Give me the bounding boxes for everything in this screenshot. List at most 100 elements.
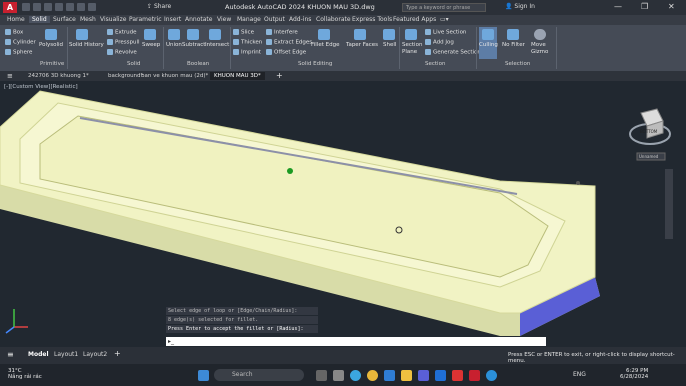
tab-manage[interactable]: Manage: [237, 16, 261, 23]
tab-annotate[interactable]: Annotate: [185, 16, 212, 23]
print-icon[interactable]: [66, 3, 74, 11]
telegram-icon[interactable]: [486, 370, 497, 381]
new-tab-icon[interactable]: +: [276, 71, 283, 80]
tab-mesh[interactable]: Mesh: [80, 16, 96, 23]
zalo-icon[interactable]: [384, 370, 395, 381]
grip-point[interactable]: [287, 168, 293, 174]
generate-section-button[interactable]: Generate Section: [425, 49, 481, 56]
offset-edge-button[interactable]: Offset Edge: [266, 49, 306, 56]
navigation-bar[interactable]: [665, 169, 673, 239]
tab-solid[interactable]: Solid: [29, 16, 50, 23]
undo-icon[interactable]: [77, 3, 85, 11]
tab-insert[interactable]: Insert: [164, 16, 181, 23]
extrude-button[interactable]: Extrude: [107, 29, 137, 36]
menu-icon[interactable]: ≡: [7, 72, 13, 80]
revolve-button[interactable]: Revolve: [107, 49, 137, 56]
intersect-icon[interactable]: [209, 29, 221, 40]
redo-icon[interactable]: [88, 3, 96, 11]
no-filter-icon[interactable]: [507, 29, 519, 40]
tab-model[interactable]: Model: [28, 351, 49, 358]
autocad-logo-icon[interactable]: A: [3, 2, 17, 13]
file-tab[interactable]: ban ve khuon mau (2d)*: [137, 72, 212, 80]
model-canvas[interactable]: [0, 81, 686, 347]
store-icon[interactable]: [418, 370, 429, 381]
language-indicator[interactable]: ENG: [573, 371, 586, 378]
shell-button[interactable]: Shell: [383, 42, 396, 48]
intersect-button[interactable]: Intersect: [205, 42, 229, 48]
command-line-input[interactable]: ▸_: [166, 337, 546, 346]
layout-menu-icon[interactable]: ≡: [7, 350, 14, 359]
extract-edges-button[interactable]: Extract Edges: [266, 39, 312, 46]
taper-faces-button[interactable]: Taper Faces: [346, 42, 378, 48]
no-filter-button[interactable]: No Filter: [502, 42, 525, 48]
chrome-icon[interactable]: [367, 370, 378, 381]
tab-surface[interactable]: Surface: [53, 16, 76, 23]
tab-layout2[interactable]: Layout2: [83, 351, 107, 358]
tab-parametric[interactable]: Parametric: [129, 16, 162, 23]
tab-collaborate[interactable]: Collaborate: [316, 16, 351, 23]
edge-icon[interactable]: [350, 370, 361, 381]
file-tab[interactable]: 242706 3D khuong 1*: [24, 72, 93, 80]
taskbar-search-input[interactable]: Search: [214, 369, 304, 381]
weather-widget[interactable]: 31°C Nắng rải rác: [8, 368, 42, 380]
fillet-edge-icon[interactable]: [318, 29, 330, 40]
move-gizmo-icon[interactable]: [534, 29, 546, 40]
add-jog-button[interactable]: Add Jog: [425, 39, 454, 46]
taper-faces-icon[interactable]: [354, 29, 366, 40]
subtract-icon[interactable]: [187, 29, 199, 40]
widgets-icon[interactable]: [333, 370, 344, 381]
tab-add-ins[interactable]: Add-ins: [289, 16, 311, 23]
file-tab-active[interactable]: KHUON MAU 3D*: [210, 72, 265, 80]
save-icon[interactable]: [44, 3, 52, 11]
live-section-button[interactable]: Live Section: [425, 29, 466, 36]
tab-layout1[interactable]: Layout1: [54, 351, 78, 358]
maximize-button[interactable]: ❐: [641, 2, 648, 11]
tab-output[interactable]: Output: [264, 16, 285, 23]
app-icon[interactable]: [452, 370, 463, 381]
sphere-button[interactable]: Sphere: [5, 49, 32, 56]
minimize-button[interactable]: —: [614, 2, 622, 11]
add-layout-icon[interactable]: +: [114, 349, 121, 358]
task-view-icon[interactable]: [316, 370, 327, 381]
help-search-input[interactable]: Type a keyword or phrase: [402, 3, 486, 12]
dropbox-icon[interactable]: [435, 370, 446, 381]
polysolid-icon[interactable]: [45, 29, 57, 40]
file-explorer-icon[interactable]: [401, 370, 412, 381]
subtract-button[interactable]: Subtract: [182, 42, 205, 48]
tab-home[interactable]: Home: [7, 16, 25, 23]
share-button[interactable]: ⇪ Share: [147, 3, 171, 10]
windows-start-icon[interactable]: [198, 370, 209, 381]
open-file-icon[interactable]: [33, 3, 41, 11]
polysolid-button[interactable]: Polysolid: [39, 42, 63, 48]
slice-button[interactable]: Slice: [233, 29, 254, 36]
union-icon[interactable]: [168, 29, 180, 40]
tab-visualize[interactable]: Visualize: [100, 16, 126, 23]
tab-view[interactable]: View: [217, 16, 231, 23]
thicken-button[interactable]: Thicken: [233, 39, 262, 46]
section-plane-button[interactable]: Section Plane: [402, 42, 422, 56]
sign-in-button[interactable]: 👤 Sign In: [505, 3, 535, 10]
new-file-icon[interactable]: [22, 3, 30, 11]
solid-history-button[interactable]: Solid History: [69, 42, 104, 48]
ribbon-toggle-icon[interactable]: ▭▾: [440, 16, 449, 23]
solid-history-icon[interactable]: [76, 29, 88, 40]
taskbar-clock[interactable]: 6:29 PM 6/28/2024: [620, 368, 648, 380]
cylinder-button[interactable]: Cylinder: [5, 39, 36, 46]
union-button[interactable]: Union: [166, 42, 182, 48]
tab-express-tools[interactable]: Express Tools: [352, 16, 392, 23]
interfere-button[interactable]: Interfere: [266, 29, 298, 36]
box-button[interactable]: Box: [5, 29, 23, 36]
culling-button[interactable]: Culling: [479, 27, 498, 59]
section-plane-icon[interactable]: [405, 29, 417, 40]
presspull-button[interactable]: Presspull: [107, 39, 140, 46]
drawing-viewport[interactable]: [-][Custom View][Realistic] BOTTOM Unnam…: [0, 81, 686, 347]
imprint-button[interactable]: Imprint: [233, 49, 261, 56]
save-as-icon[interactable]: [55, 3, 63, 11]
close-button[interactable]: ✕: [668, 2, 675, 11]
sweep-button[interactable]: Sweep: [142, 42, 160, 48]
shell-icon[interactable]: [383, 29, 395, 40]
tab-featured-apps[interactable]: Featured Apps: [393, 16, 436, 23]
fillet-edge-button[interactable]: Fillet Edge: [311, 42, 339, 48]
autocad-taskbar-icon[interactable]: [469, 370, 480, 381]
sweep-icon[interactable]: [144, 29, 156, 40]
